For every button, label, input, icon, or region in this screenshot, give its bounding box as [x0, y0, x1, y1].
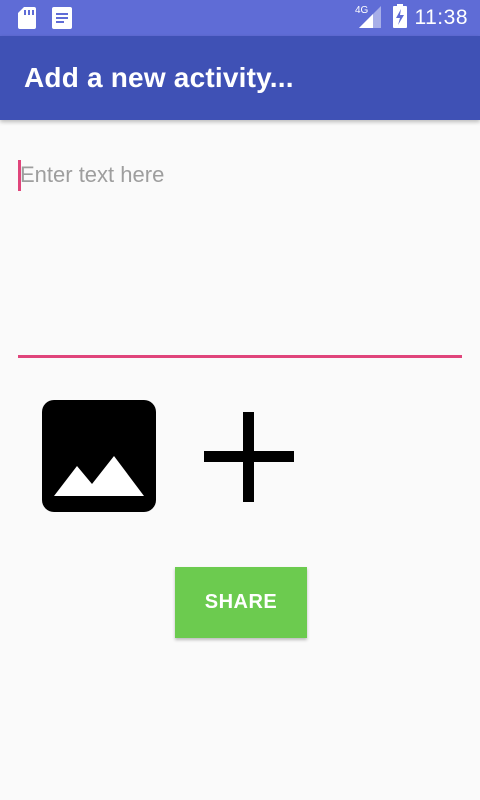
page-title: Add a new activity... [24, 62, 294, 93]
status-bar: 4G 11:38 [0, 0, 480, 36]
sd-card-icon [18, 7, 36, 34]
battery-charging-icon [392, 3, 407, 33]
network-type-label: 4G [355, 5, 369, 16]
image-icon [42, 400, 156, 512]
signal-icon: 4G [355, 4, 385, 33]
share-button[interactable]: SHARE [175, 567, 307, 638]
plus-icon [204, 412, 294, 502]
notification-icons [18, 7, 72, 34]
activity-text-input[interactable] [18, 152, 462, 352]
add-button[interactable] [204, 412, 294, 502]
status-time: 11:38 [414, 6, 468, 29]
activity-text-field[interactable] [18, 152, 462, 358]
text-cursor [18, 160, 21, 191]
text-field-underline [18, 355, 462, 358]
add-image-button[interactable] [42, 400, 156, 512]
app-bar: Add a new activity... [0, 36, 480, 120]
notes-icon [52, 7, 72, 34]
system-icons: 4G 11:38 [355, 0, 469, 36]
